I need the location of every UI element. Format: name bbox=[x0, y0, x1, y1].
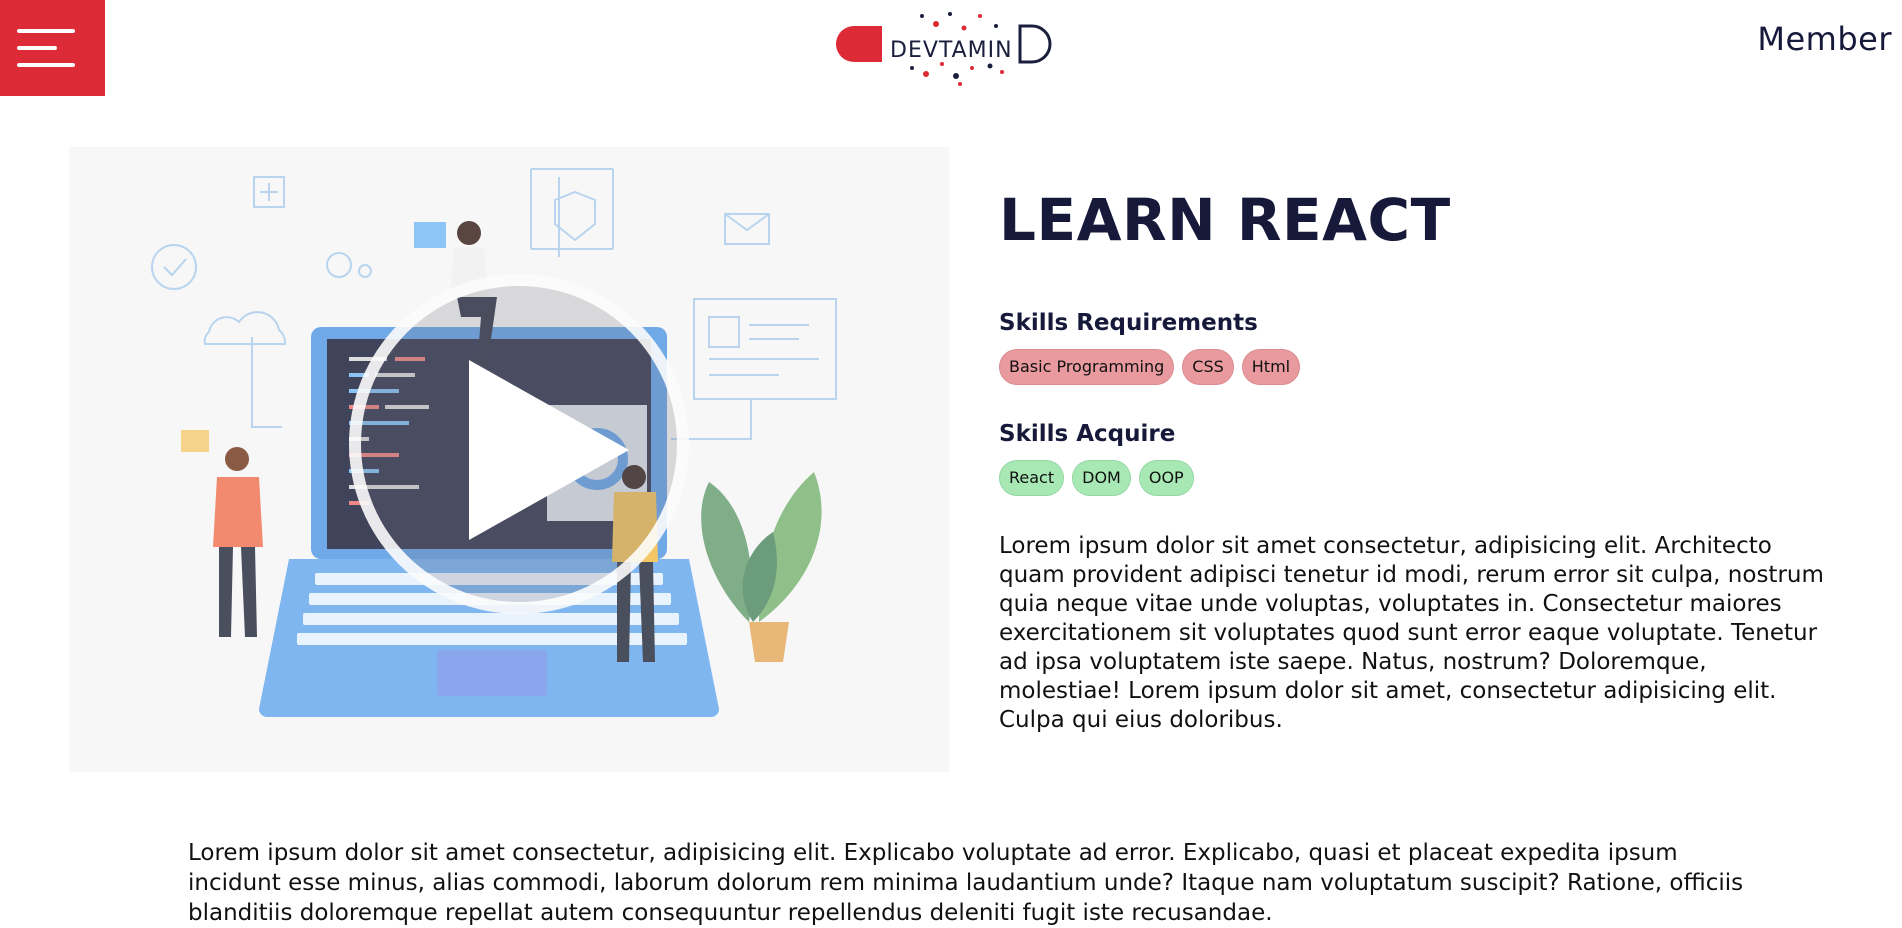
skill-tag: OOP bbox=[1138, 460, 1194, 496]
logo[interactable]: DEVTAMIN bbox=[832, 6, 1072, 90]
skill-tag: CSS bbox=[1182, 349, 1234, 385]
member-link[interactable]: Member bbox=[1757, 20, 1892, 58]
header: DEVTAMIN Member bbox=[0, 0, 1902, 96]
course-info: LEARN REACT Skills Requirements Basic Pr… bbox=[999, 180, 1829, 735]
body-text: Lorem ipsum dolor sit amet consectetur, … bbox=[188, 840, 1744, 926]
skills-requirements-list: Basic Programming CSS Html bbox=[999, 349, 1829, 385]
skill-tag: DOM bbox=[1072, 460, 1131, 496]
hamburger-icon-bar bbox=[17, 63, 75, 67]
play-icon bbox=[469, 360, 629, 540]
course-description: Lorem ipsum dolor sit amet consectetur, … bbox=[999, 533, 1824, 733]
skill-tag: Html bbox=[1241, 349, 1301, 385]
hamburger-icon bbox=[17, 29, 75, 33]
video-player[interactable] bbox=[69, 147, 949, 772]
course-title: LEARN REACT bbox=[999, 186, 1451, 254]
skills-acquire-title: Skills Acquire bbox=[999, 421, 1176, 447]
skill-tag: Basic Programming bbox=[999, 349, 1175, 385]
skills-acquire-list: React DOM OOP bbox=[999, 460, 1829, 496]
hamburger-icon-bar bbox=[17, 46, 57, 50]
skill-tag: React bbox=[999, 460, 1065, 496]
skills-requirements-title: Skills Requirements bbox=[999, 310, 1258, 336]
menu-button[interactable] bbox=[0, 0, 105, 96]
logo-text: DEVTAMIN bbox=[890, 38, 1013, 63]
